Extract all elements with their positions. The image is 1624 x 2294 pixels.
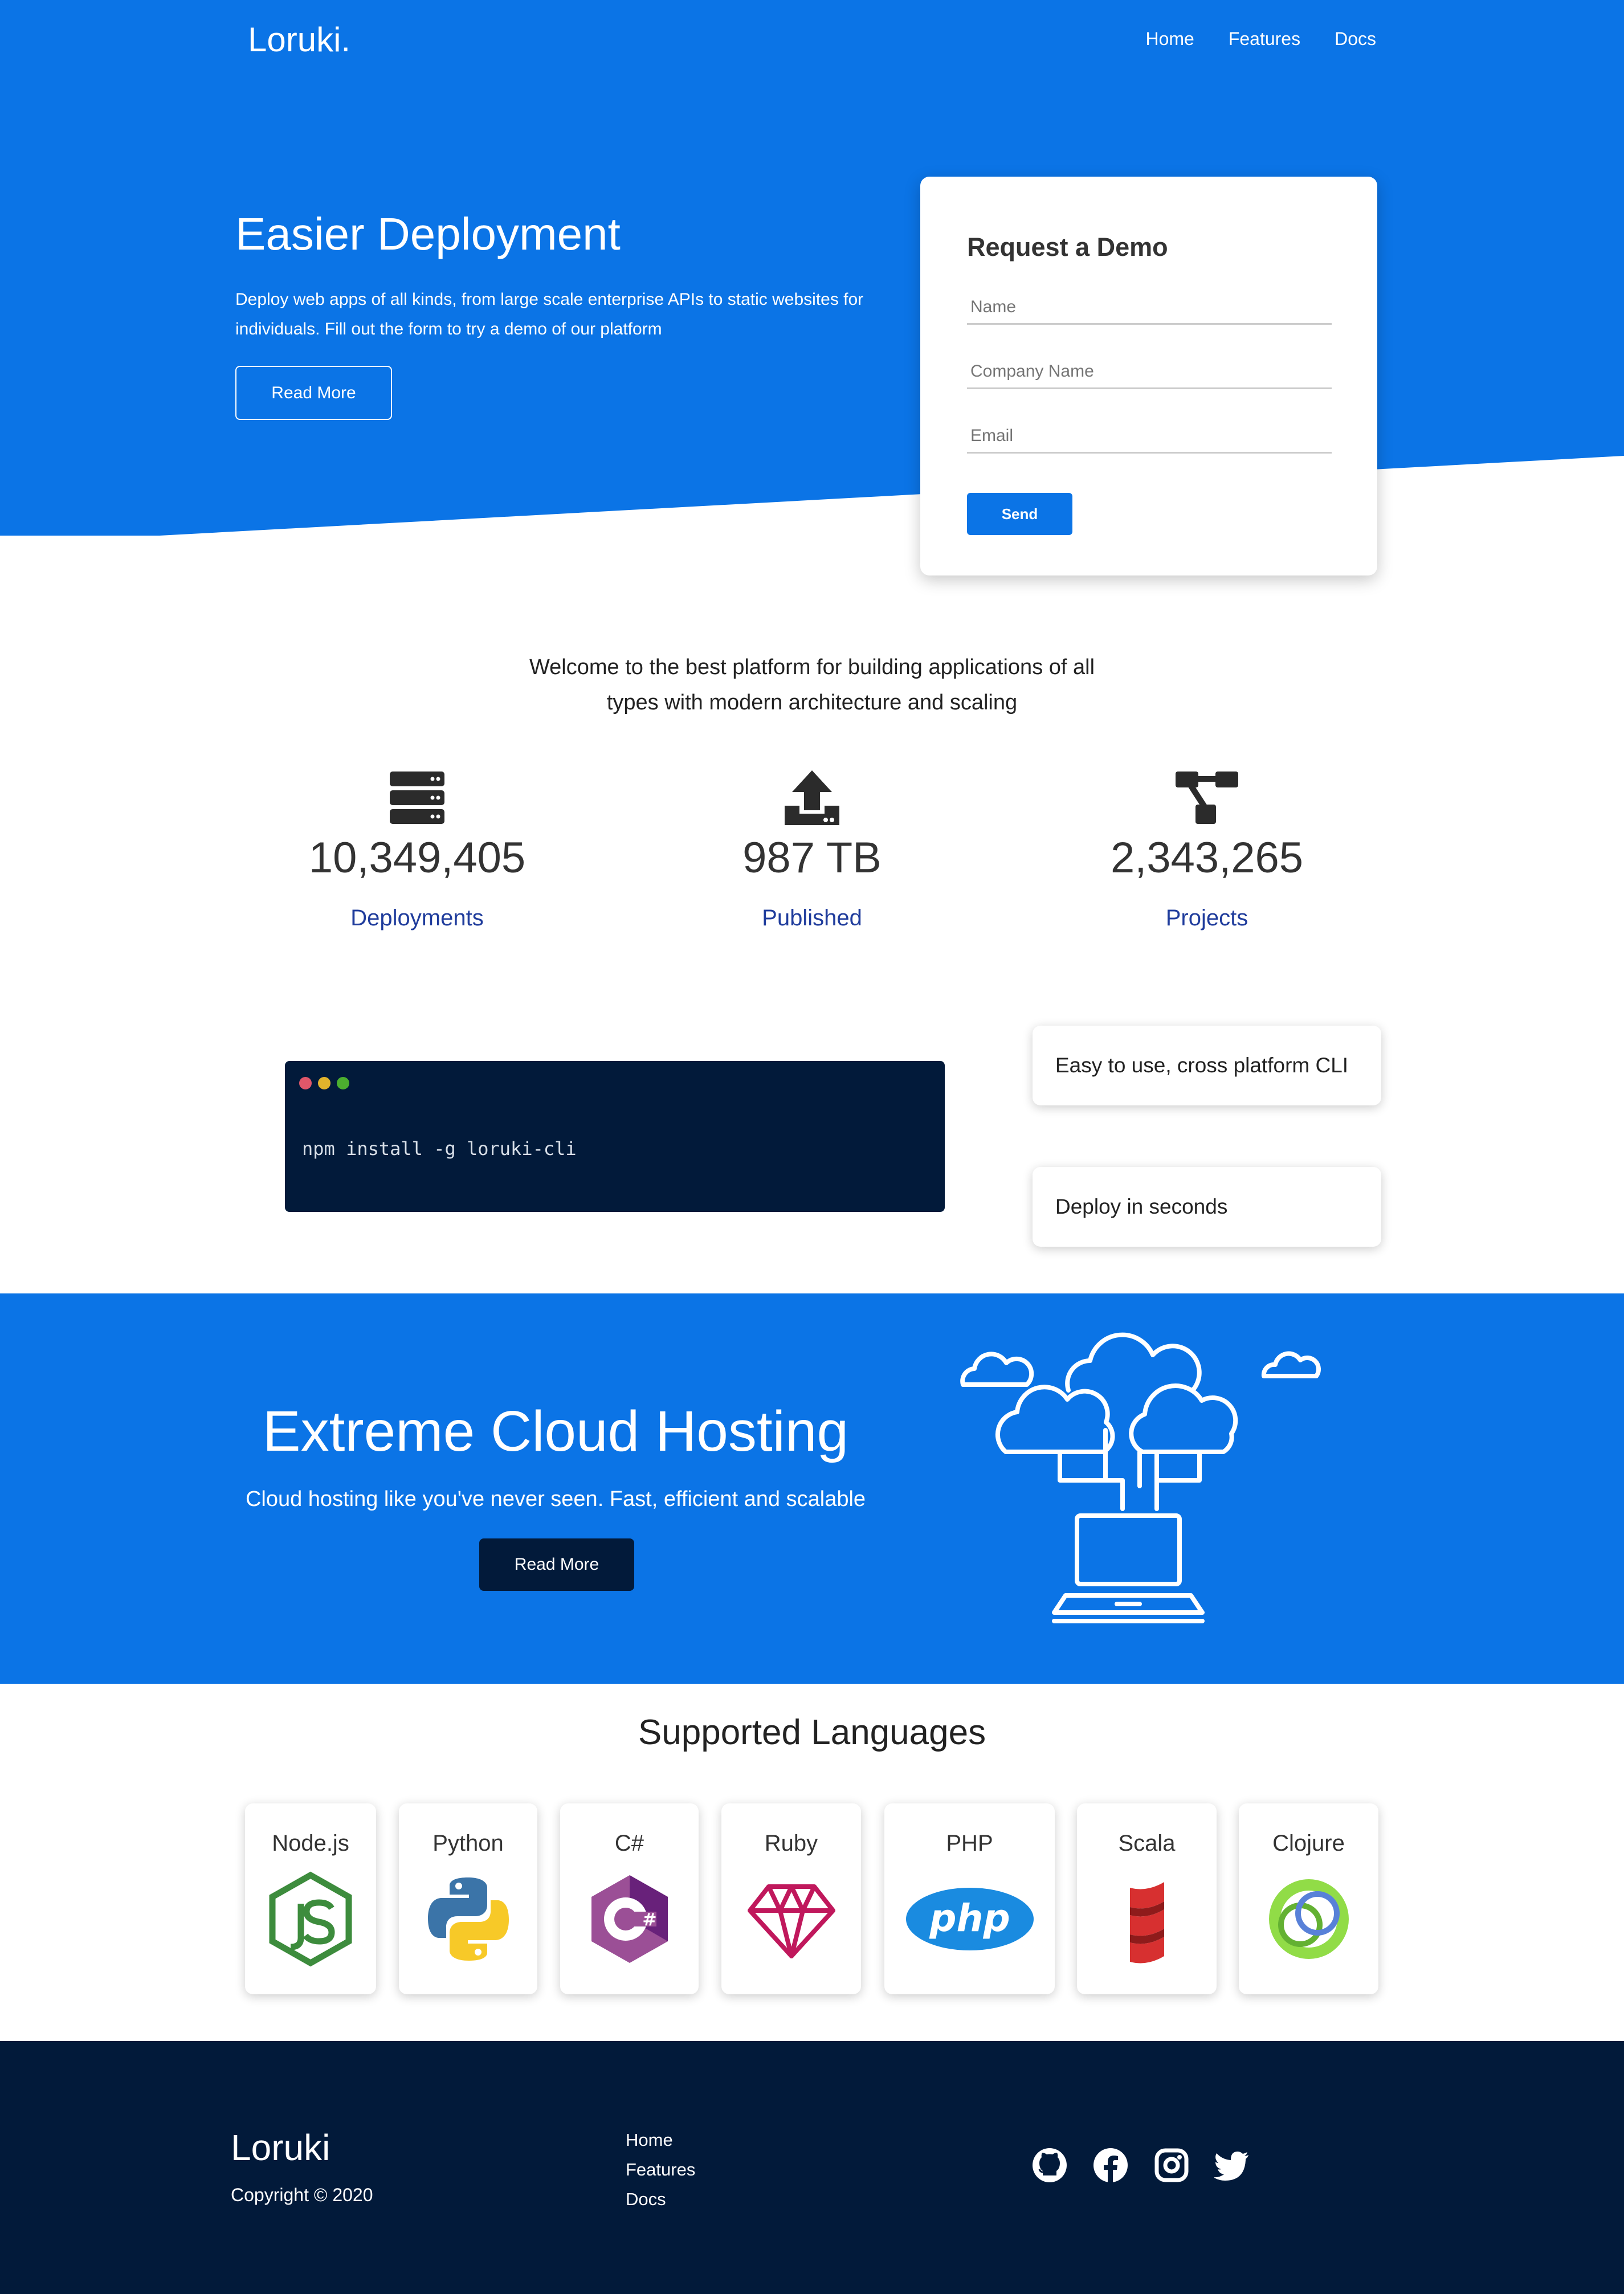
request-demo-title: Request a Demo [967,232,1168,262]
send-button[interactable]: Send [967,493,1072,535]
language-name: Node.js [272,1831,349,1856]
stat-deployments: 10,349,405 Deployments [246,769,588,931]
hero-section: Loruki. Home Features Docs Easier Deploy… [0,0,1624,538]
project-diagram-icon [1176,772,1238,824]
company-name-field[interactable] [967,355,1332,389]
stat-label: Published [762,905,862,930]
github-icon[interactable] [1031,2147,1068,2183]
language-card-nodejs: Node.js [245,1803,376,1994]
footer-link-features[interactable]: Features [626,2155,695,2185]
footer-copyright: Copyright © 2020 [231,2185,373,2205]
footer-nav: Home Features Docs [626,2125,695,2214]
feature-card-deploy: Deploy in seconds [1033,1167,1381,1247]
feature-card-cli: Easy to use, cross platform CLI [1033,1026,1381,1105]
supported-languages-title: Supported Languages [638,1713,986,1752]
footer-brand[interactable]: Loruki [231,2126,330,2169]
php-logo-icon: php [905,1888,1034,1950]
language-card-scala: Scala [1077,1803,1217,1994]
svg-text:#: # [642,1910,656,1930]
stat-label: Projects [1165,905,1248,930]
cloud-hosting-section: Extreme Cloud Hosting Cloud hosting like… [0,1293,1624,1684]
hero-title: Easier Deployment [235,209,621,259]
csharp-logo-icon: # [591,1875,668,1963]
facebook-icon[interactable] [1092,2147,1129,2183]
email-field[interactable] [967,419,1332,454]
nav-link-home[interactable]: Home [1145,28,1194,50]
ruby-logo-icon [747,1884,835,1958]
scala-logo-icon [1129,1882,1164,1964]
language-card-python: Python [399,1803,537,1994]
nav-link-features[interactable]: Features [1229,28,1300,50]
language-name: Python [432,1831,504,1856]
language-card-clojure: Clojure [1239,1803,1378,1994]
python-logo-icon [427,1877,509,1961]
language-card-php: PHP php [884,1803,1055,1994]
cli-terminal: npm install -g loruki-cli [285,1061,945,1212]
twitter-icon[interactable] [1214,2147,1251,2183]
welcome-text: Welcome to the best platform for buildin… [529,655,1095,715]
cloud-title: Extreme Cloud Hosting [262,1399,849,1463]
footer: Loruki Copyright © 2020 Home Features Do… [0,2041,1624,2294]
stat-projects: 2,343,265 Projects [1036,769,1378,931]
stat-published: 987 TB Published [641,769,983,931]
language-name: C# [614,1831,644,1856]
clojure-logo-icon [1268,1879,1349,1959]
nodejs-logo-icon [269,1871,352,1967]
svg-text:php: php [929,1896,1010,1940]
stat-value: 987 TB [742,834,882,882]
cloud-read-more-button[interactable]: Read More [479,1538,634,1591]
language-name: Clojure [1272,1831,1345,1856]
brand-logo[interactable]: Loruki. [248,20,350,59]
language-name: Scala [1118,1831,1176,1856]
stat-value: 2,343,265 [1110,834,1304,882]
cloud-network-illustration [960,1332,1321,1623]
hero-description: Deploy web apps of all kinds, from large… [235,290,864,338]
language-name: PHP [946,1831,993,1856]
stat-label: Deployments [350,905,484,930]
footer-link-docs[interactable]: Docs [626,2185,695,2214]
hero-background [0,0,1624,536]
upload-icon [785,770,839,825]
main-nav: Home Features Docs [1145,28,1376,50]
language-card-ruby: Ruby [721,1803,861,1994]
instagram-icon[interactable] [1153,2147,1190,2183]
name-field[interactable] [967,291,1332,325]
stat-value: 10,349,405 [308,834,526,882]
language-card-csharp: C# # [560,1803,699,1994]
cloud-description: Cloud hosting like you've never seen. Fa… [245,1487,866,1511]
terminal-minimize-dot [318,1077,330,1089]
request-demo-card: Request a Demo Send [920,177,1377,575]
terminal-command: npm install -g loruki-cli [302,1138,577,1160]
hero-read-more-button[interactable]: Read More [235,366,392,420]
terminal-close-dot [299,1077,312,1089]
terminal-maximize-dot [337,1077,349,1089]
server-icon [390,772,444,824]
footer-link-home[interactable]: Home [626,2125,695,2155]
language-name: Ruby [764,1831,818,1856]
nav-link-docs[interactable]: Docs [1335,28,1376,50]
